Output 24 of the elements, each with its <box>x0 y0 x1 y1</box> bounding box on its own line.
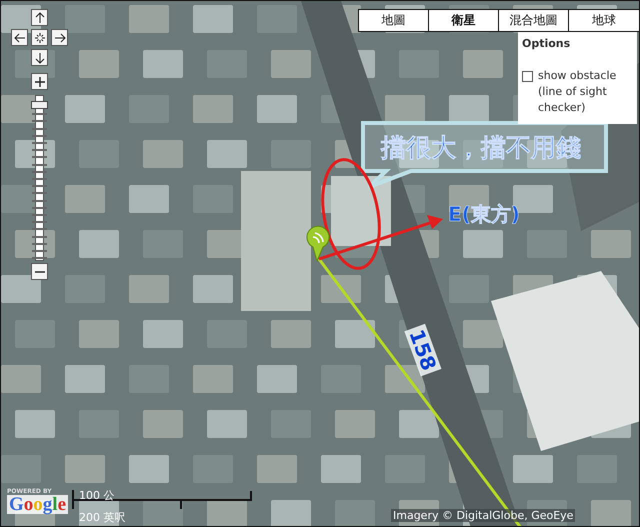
center-map-icon[interactable] <box>31 29 48 46</box>
location-pin-icon <box>306 226 330 262</box>
scale-imperial-label: 200 英呎 <box>79 510 126 525</box>
zoom-out-button[interactable] <box>31 263 48 280</box>
pan-down-button[interactable] <box>31 49 48 66</box>
plus-icon <box>34 76 46 88</box>
zoom-in-button[interactable] <box>31 73 48 90</box>
arrow-up-icon <box>34 12 46 24</box>
pan-up-button[interactable] <box>31 9 48 26</box>
crosshair-icon <box>34 32 46 44</box>
pan-right-button[interactable] <box>51 29 68 46</box>
direction-label: E(東方) <box>448 201 520 228</box>
scale-metric-label: 100 公 <box>79 488 114 503</box>
arrow-down-icon <box>34 52 46 64</box>
attribution-text: Imagery © DigitalGlobe, GeoEye <box>391 509 576 522</box>
callout-text: 擋很大，擋不用錢 <box>381 132 581 164</box>
zoom-slider-thumb[interactable] <box>31 100 48 109</box>
google-logo: Google <box>7 495 68 514</box>
arrow-left-icon <box>14 32 26 44</box>
options-title: Options <box>522 37 572 50</box>
checkbox-label: show obstacle (line of sight checker) <box>538 68 618 116</box>
obstacle-checkbox[interactable] <box>522 71 533 82</box>
arrow-right-icon <box>54 32 66 44</box>
pan-left-button[interactable] <box>11 29 28 46</box>
